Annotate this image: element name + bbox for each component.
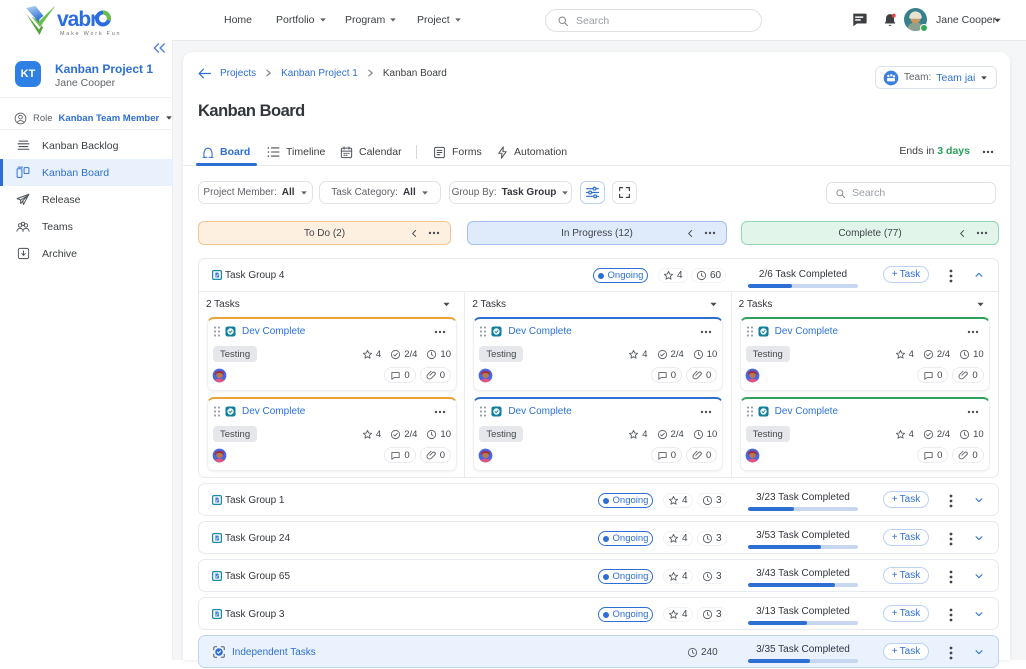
svg-text:vabr: vabr <box>57 8 98 31</box>
svg-text:Make Work Fun: Make Work Fun <box>60 31 121 37</box>
